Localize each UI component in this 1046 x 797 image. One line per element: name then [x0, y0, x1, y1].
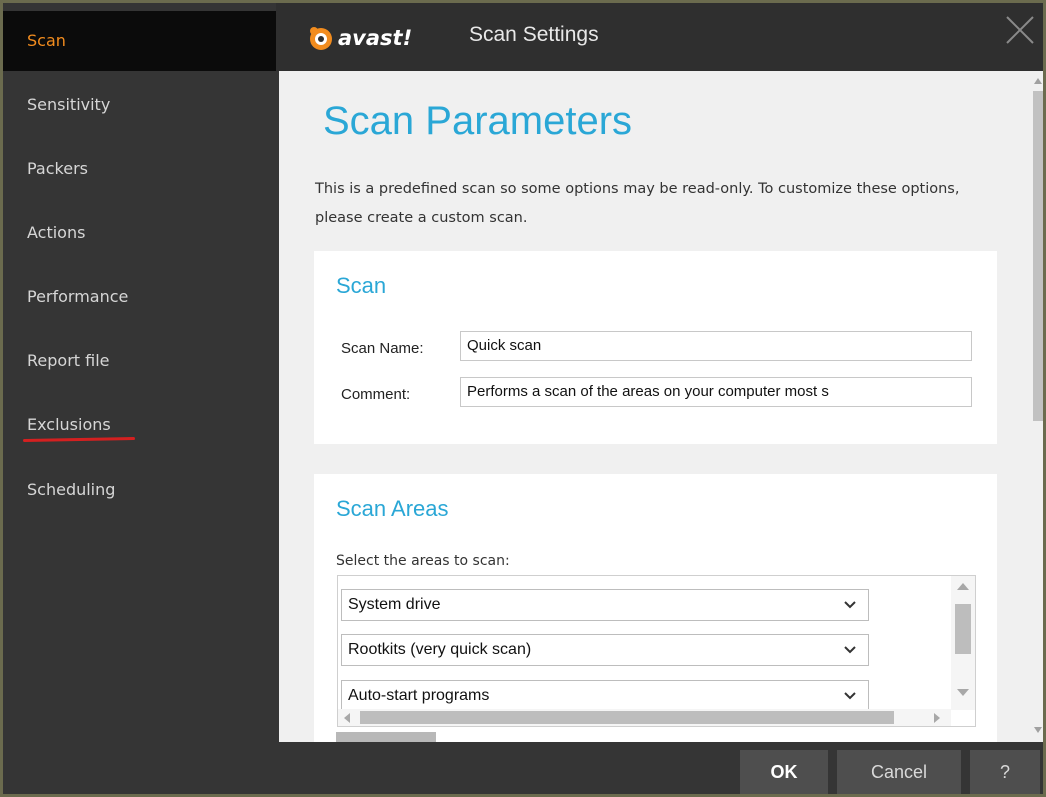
scan-card: Scan Scan Name: Quick scan Comment: Perf…: [314, 251, 997, 444]
close-icon[interactable]: [1003, 13, 1037, 47]
chevron-down-icon: [844, 692, 856, 700]
main-scrollbar[interactable]: [1030, 71, 1043, 742]
chevron-down-icon: [844, 646, 856, 654]
area-select-label: Auto-start programs: [348, 687, 490, 704]
sidebar-item-performance[interactable]: Performance: [3, 266, 276, 328]
sidebar-item-actions[interactable]: Actions: [3, 202, 276, 264]
scroll-right-icon[interactable]: [932, 712, 942, 724]
areas-vertical-scrollbar[interactable]: [951, 576, 975, 710]
sidebar-item-sensitivity[interactable]: Sensitivity: [3, 74, 276, 136]
scan-name-field[interactable]: Quick scan: [460, 331, 972, 361]
scan-areas-title: Scan Areas: [336, 496, 449, 521]
chevron-down-icon: [844, 601, 856, 609]
title-bar: avast! Scan Settings: [276, 3, 1043, 71]
scroll-down-icon[interactable]: [1033, 726, 1043, 734]
area-select-rootkits[interactable]: Rootkits (very quick scan): [341, 634, 869, 666]
areas-select-label: Select the areas to scan:: [336, 553, 510, 569]
sidebar-item-report-file[interactable]: Report file: [3, 330, 276, 392]
sidebar: Scan Sensitivity Packers Actions Perform…: [3, 3, 276, 794]
main-scroll-thumb[interactable]: [1033, 91, 1043, 421]
areas-add-button[interactable]: [336, 732, 436, 742]
window-title: Scan Settings: [469, 23, 599, 46]
scan-card-title: Scan: [336, 273, 387, 298]
app-window: Scan Sensitivity Packers Actions Perform…: [0, 0, 1046, 797]
scroll-up-icon[interactable]: [956, 581, 970, 591]
avast-logo: avast!: [306, 21, 412, 55]
comment-label: Comment:: [341, 386, 411, 403]
scan-areas-list: System drive Rootkits (very quick scan) …: [337, 575, 976, 727]
areas-horizontal-scrollbar[interactable]: [338, 709, 951, 726]
area-select-label: Rootkits (very quick scan): [348, 641, 532, 658]
brand-name: avast!: [338, 26, 413, 50]
settings-content: Scan Parameters This is a predefined sca…: [279, 71, 1030, 742]
area-select-autostart[interactable]: Auto-start programs: [341, 680, 869, 712]
page-title: Scan Parameters: [323, 99, 633, 143]
sidebar-item-exclusions[interactable]: Exclusions: [3, 394, 276, 456]
scan-name-label: Scan Name:: [341, 340, 424, 357]
scroll-down-icon[interactable]: [956, 688, 970, 698]
areas-vscroll-thumb[interactable]: [955, 604, 971, 654]
footer-bar: OK Cancel ?: [276, 742, 1043, 794]
comment-field[interactable]: Performs a scan of the areas on your com…: [460, 377, 972, 407]
cancel-button[interactable]: Cancel: [837, 750, 961, 794]
intro-text: This is a predefined scan so some option…: [315, 181, 960, 226]
sidebar-item-scan[interactable]: Scan: [3, 11, 276, 71]
area-select-system-drive[interactable]: System drive: [341, 589, 869, 621]
sidebar-item-packers[interactable]: Packers: [3, 138, 276, 200]
sidebar-item-scheduling[interactable]: Scheduling: [3, 459, 276, 521]
avast-logo-icon: [310, 27, 332, 50]
scan-areas-card: Scan Areas Select the areas to scan: Sys…: [314, 474, 997, 742]
scroll-left-icon[interactable]: [342, 712, 352, 724]
help-button[interactable]: ?: [970, 750, 1040, 794]
scroll-up-icon[interactable]: [1033, 77, 1043, 85]
areas-hscroll-thumb[interactable]: [360, 711, 894, 724]
area-select-label: System drive: [348, 596, 441, 613]
ok-button[interactable]: OK: [740, 750, 828, 794]
